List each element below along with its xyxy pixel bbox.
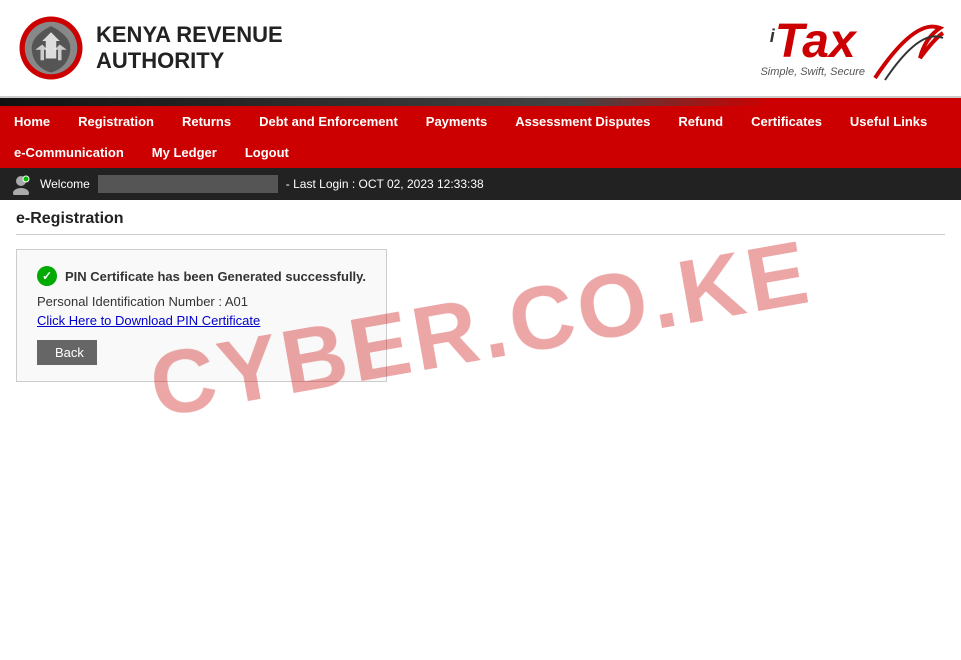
download-link[interactable]: Click Here to Download PIN Certificate (37, 313, 366, 328)
kra-logo-group: Kenya Revenue Authority (16, 13, 283, 83)
nav-payments[interactable]: Payments (412, 106, 501, 137)
last-login-text: - Last Login : OCT 02, 2023 12:33:38 (286, 177, 484, 191)
nav-debt-enforcement[interactable]: Debt and Enforcement (245, 106, 412, 137)
nav-refund[interactable]: Refund (664, 106, 737, 137)
nav-registration[interactable]: Registration (64, 106, 168, 137)
download-certificate-link[interactable]: Click Here to Download PIN Certificate (37, 313, 260, 328)
nav-ecommunication[interactable]: e-Communication (0, 137, 138, 168)
welcome-username-input[interactable] (98, 175, 278, 193)
nav-returns[interactable]: Returns (168, 106, 245, 137)
nav-useful-links[interactable]: Useful Links (836, 106, 941, 137)
back-button[interactable]: Back (37, 340, 97, 365)
nav-row-2: e-Communication My Ledger Logout (0, 137, 961, 168)
welcome-label: Welcome (40, 177, 90, 191)
kra-shield-icon (16, 13, 86, 83)
pin-number-line: Personal Identification Number : A01 (37, 294, 366, 309)
header: Kenya Revenue Authority iTax Simple, Swi… (0, 0, 961, 98)
itax-logo: iTax Simple, Swift, Secure (760, 18, 865, 78)
main-nav: Home Registration Returns Debt and Enfor… (0, 106, 961, 168)
success-message-box: ✓ PIN Certificate has been Generated suc… (16, 249, 387, 382)
success-text: PIN Certificate has been Generated succe… (65, 269, 366, 284)
itax-brand-text: iTax (770, 18, 856, 66)
success-check-icon: ✓ (37, 266, 57, 286)
nav-certificates[interactable]: Certificates (737, 106, 836, 137)
kra-name: Kenya Revenue Authority (96, 22, 283, 75)
itax-logo-group: iTax Simple, Swift, Secure (760, 8, 945, 88)
welcome-bar: Welcome - Last Login : OCT 02, 2023 12:3… (0, 168, 961, 200)
nav-assessment-disputes[interactable]: Assessment Disputes (501, 106, 664, 137)
decorative-bar (0, 98, 961, 106)
nav-home[interactable]: Home (0, 106, 64, 137)
nav-my-ledger[interactable]: My Ledger (138, 137, 231, 168)
page-title: e-Registration (16, 210, 945, 235)
page-content: e-Registration ✓ PIN Certificate has bee… (0, 200, 961, 392)
nav-logout[interactable]: Logout (231, 137, 303, 168)
success-header: ✓ PIN Certificate has been Generated suc… (37, 266, 366, 286)
nav-row-1: Home Registration Returns Debt and Enfor… (0, 106, 961, 137)
user-icon (10, 173, 32, 195)
itax-swoosh-icon (865, 8, 945, 88)
